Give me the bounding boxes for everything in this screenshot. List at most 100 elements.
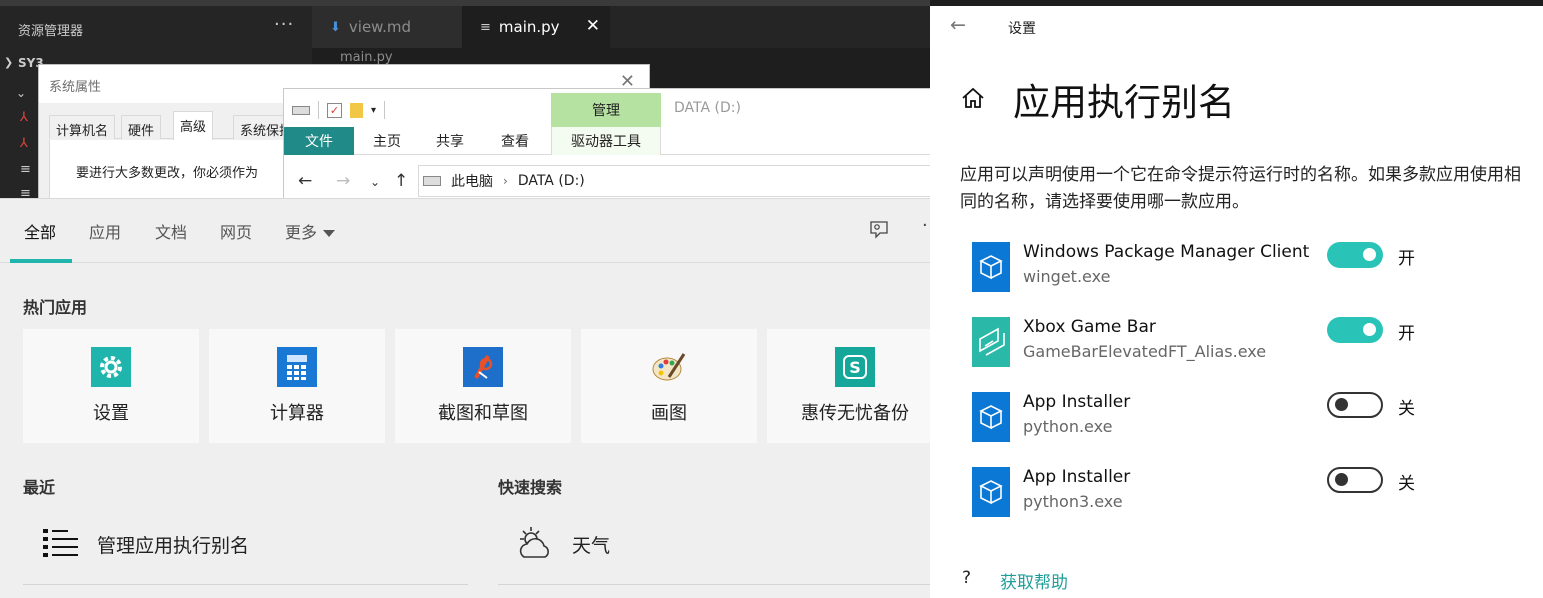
toggle-state-label: 开	[1398, 249, 1415, 269]
file-explorer-window: ✓ ▾ 管理 DATA (D:) 文件 主页 共享 查看 驱动器工具 ← → ⌄…	[283, 88, 932, 203]
feedback-icon[interactable]	[868, 219, 890, 246]
tab-advanced[interactable]: 高级	[173, 111, 214, 140]
breadcrumb-drive[interactable]: DATA (D:)	[518, 173, 585, 189]
toggle-state-label: 关	[1398, 399, 1415, 419]
tab-hardware[interactable]: 硬件	[121, 115, 162, 139]
chevron-down-icon[interactable]: ⌄	[16, 86, 26, 100]
tab-file[interactable]: 文件	[284, 127, 354, 155]
quick-search-label: 天气	[572, 535, 611, 557]
package-app-icon	[972, 392, 1010, 442]
forward-arrow-icon[interactable]: →	[336, 171, 350, 191]
backup-app-icon: S	[835, 347, 875, 387]
tab-documents[interactable]: 文档	[155, 219, 187, 243]
alias-row: Windows Package Manager Client winget.ex…	[972, 242, 1532, 302]
package-app-icon	[972, 467, 1010, 517]
up-arrow-icon[interactable]: ↑	[394, 171, 408, 191]
tab-apps[interactable]: 应用	[89, 219, 121, 243]
navigation-bar: ← → ⌄ ↑ 此电脑 › DATA (D:)	[284, 161, 932, 203]
pdf-file-icon[interactable]: ⅄	[20, 136, 28, 151]
app-tile-snip-sketch[interactable]: 截图和草图	[395, 329, 571, 443]
tab-label: main.py	[498, 18, 560, 36]
app-tile-calculator[interactable]: 计算器	[209, 329, 385, 443]
active-tab-indicator	[10, 259, 72, 263]
search-panel: 全部 应用 文档 网页 更多 ··· 热门应用 设置 计算器 截图和草图 画图	[0, 198, 973, 598]
toggle-knob	[1335, 398, 1348, 411]
window-title: 设置	[1008, 21, 1036, 37]
hot-apps-heading: 热门应用	[23, 298, 88, 317]
recent-heading: 最近	[23, 478, 56, 497]
python-file-icon: ≡	[480, 19, 491, 35]
alias-app-name: Windows Package Manager Client	[1023, 242, 1310, 262]
chevron-down-icon[interactable]: ❯	[4, 56, 13, 69]
recent-item[interactable]: 管理应用执行别名	[23, 517, 468, 585]
tab-more-label: 更多	[285, 223, 318, 242]
settings-window: ← 设置 应用执行别名 应用可以声明使用一个它在命令提示符运行时的名称。如果多款…	[930, 6, 1543, 598]
tab-label: view.md	[348, 18, 411, 36]
tab-home[interactable]: 主页	[356, 127, 418, 155]
caret-down-icon	[323, 230, 336, 237]
tab-web[interactable]: 网页	[220, 219, 252, 243]
home-icon[interactable]	[960, 86, 986, 110]
alias-exe-name: python.exe	[1023, 417, 1113, 436]
alias-toggle[interactable]	[1327, 392, 1383, 418]
alias-row: Xbox Game Bar GameBarElevatedFT_Alias.ex…	[972, 317, 1532, 377]
page-title: 应用执行别名	[1013, 81, 1235, 124]
dialog-title: 系统属性	[49, 80, 102, 95]
alias-app-name: App Installer	[1023, 392, 1131, 412]
toggle-knob	[1335, 473, 1348, 486]
close-icon[interactable]: ✕	[586, 16, 600, 36]
alias-row: App Installer python3.exe 关	[972, 467, 1532, 527]
alias-toggle[interactable]	[1327, 317, 1383, 343]
app-tile-label: 画图	[651, 403, 687, 424]
weather-icon	[516, 525, 558, 569]
toggle-knob	[1363, 323, 1376, 336]
get-help-link[interactable]: 获取帮助	[1000, 568, 1068, 593]
tab-all[interactable]: 全部	[24, 219, 56, 243]
app-tile-backup[interactable]: S 惠传无忧备份	[767, 329, 943, 443]
tab-view-md[interactable]: ⬇ view.md	[312, 6, 462, 48]
editor-tab-bar: ⬇ view.md ≡ main.py ✕	[312, 6, 930, 48]
app-tile-label: 惠传无忧备份	[801, 403, 909, 424]
list-file-icon[interactable]: ≡	[20, 162, 31, 177]
alias-app-name: App Installer	[1023, 467, 1131, 487]
pdf-file-icon[interactable]: ⅄	[20, 110, 28, 125]
markdown-icon: ⬇	[330, 19, 341, 35]
tab-main-py[interactable]: ≡ main.py ✕	[462, 6, 610, 48]
breadcrumb-this-pc[interactable]: 此电脑	[451, 171, 493, 191]
list-settings-icon	[41, 525, 81, 569]
recent-locations-icon[interactable]: ⌄	[370, 175, 380, 189]
drive-icon	[423, 176, 441, 186]
new-folder-icon[interactable]	[350, 102, 363, 118]
chevron-right-icon[interactable]: ›	[503, 174, 508, 188]
app-tile-paint[interactable]: 画图	[581, 329, 757, 443]
tab-view[interactable]: 查看	[482, 127, 548, 155]
toggle-knob	[1363, 248, 1376, 261]
customize-dropdown-icon[interactable]: ▾	[371, 105, 376, 116]
snip-sketch-icon	[463, 347, 503, 387]
toggle-state-label: 关	[1398, 474, 1415, 494]
alias-app-name: Xbox Game Bar	[1023, 317, 1156, 337]
tab-more[interactable]: 更多	[285, 219, 336, 243]
explorer-more-icon[interactable]: ···	[274, 14, 294, 35]
alias-row: App Installer python.exe 关	[972, 392, 1532, 452]
tab-computer-name[interactable]: 计算机名	[49, 115, 116, 139]
settings-gear-icon	[91, 347, 131, 387]
alias-toggle[interactable]	[1327, 242, 1383, 268]
paint-palette-icon	[649, 347, 689, 387]
app-tile-settings[interactable]: 设置	[23, 329, 199, 443]
back-arrow-icon[interactable]: ←	[950, 14, 966, 36]
editor-breadcrumb[interactable]: main.py	[340, 50, 393, 65]
back-arrow-icon[interactable]: ←	[298, 171, 312, 191]
tab-share[interactable]: 共享	[418, 127, 482, 155]
quick-search-item[interactable]: 天气	[498, 517, 943, 585]
svg-text:S: S	[849, 358, 861, 377]
alias-toggle[interactable]	[1327, 467, 1383, 493]
properties-check-icon[interactable]: ✓	[327, 102, 342, 118]
address-bar[interactable]: 此电脑 › DATA (D:)	[418, 165, 932, 197]
app-tile-label: 截图和草图	[438, 403, 528, 424]
calculator-icon	[277, 347, 317, 387]
tab-drive-tools[interactable]: 驱动器工具	[551, 127, 661, 155]
manage-context-tab[interactable]: 管理	[551, 93, 661, 127]
quick-search-heading: 快速搜索	[498, 478, 563, 497]
help-icon: ?	[962, 568, 972, 588]
